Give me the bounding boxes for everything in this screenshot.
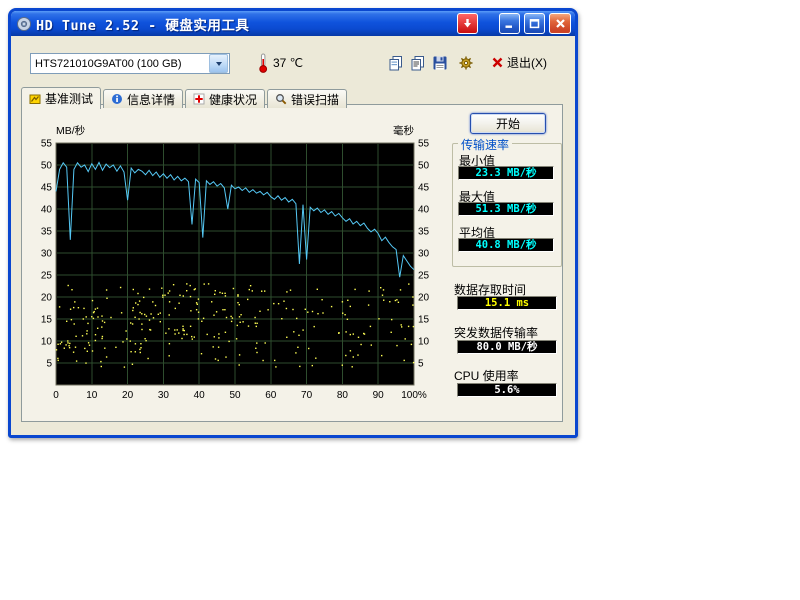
svg-text:毫秒: 毫秒 <box>393 124 414 137</box>
svg-text:20: 20 <box>122 390 134 401</box>
copy-text-icon <box>409 54 427 72</box>
exit-label: 退出(X) <box>507 54 547 71</box>
save-icon <box>431 54 449 72</box>
maximize-button[interactable] <box>524 13 545 34</box>
hard-disk-icon <box>16 16 32 32</box>
access-time-value: 15.1 ms <box>485 297 529 309</box>
dropdown-button[interactable] <box>209 54 228 73</box>
close-button[interactable] <box>549 13 571 34</box>
gear-icon <box>457 54 475 72</box>
svg-text:25: 25 <box>41 271 53 282</box>
copy-text-button[interactable] <box>407 52 428 73</box>
cpu-usage-box: 5.6% <box>457 383 557 397</box>
drive-select-value: HTS721010G9AT00 (100 GB) <box>31 58 208 70</box>
svg-text:MB/秒: MB/秒 <box>56 124 86 137</box>
tab-label: 错误扫描 <box>291 91 339 108</box>
benchmark-panel: 5555505045454040353530302525202015151010… <box>21 104 563 422</box>
avg-value: 40.8 MB/秒 <box>475 239 536 251</box>
svg-text:55: 55 <box>41 139 53 150</box>
svg-text:10: 10 <box>418 337 430 348</box>
minimize-icon <box>503 17 516 30</box>
transfer-rate-title: 传输速率 <box>458 136 512 153</box>
svg-text:100%: 100% <box>401 390 427 401</box>
copy-image-icon <box>387 54 405 72</box>
maximize-icon <box>528 17 541 30</box>
save-button[interactable] <box>429 52 450 73</box>
app-window: HD Tune 2.52 - 硬盘实用工具 <box>8 8 578 438</box>
burst-rate-label: 突发数据传输率 <box>454 324 538 341</box>
title-bar: HD Tune 2.52 - 硬盘实用工具 <box>11 11 575 36</box>
svg-text:10: 10 <box>41 337 53 348</box>
download-button[interactable] <box>457 13 478 34</box>
min-value: 23.3 MB/秒 <box>475 167 536 179</box>
svg-text:45: 45 <box>41 183 53 194</box>
benchmark-chart: 5555505045454040353530302525202015151010… <box>26 117 444 409</box>
magnifier-icon <box>275 93 287 105</box>
svg-text:50: 50 <box>41 161 53 172</box>
svg-text:20: 20 <box>41 293 53 304</box>
minimize-button[interactable] <box>499 13 520 34</box>
exit-button[interactable]: 退出(X) <box>487 52 552 73</box>
tab-label: 基准测试 <box>45 90 93 107</box>
transfer-rate-group: 传输速率 最小值 23.3 MB/秒 最大值 51.3 MB/秒 平均值 40.… <box>452 143 562 267</box>
svg-text:70: 70 <box>301 390 313 401</box>
tab-label: 健康状况 <box>209 91 257 108</box>
tab-health[interactable]: 健康状况 <box>185 89 265 108</box>
svg-text:15: 15 <box>418 315 430 326</box>
svg-text:30: 30 <box>418 249 430 260</box>
download-icon <box>461 17 474 30</box>
burst-rate-value: 80.0 MB/秒 <box>476 341 537 353</box>
svg-text:80: 80 <box>337 390 349 401</box>
close-icon <box>554 17 567 30</box>
options-button[interactable] <box>455 52 476 73</box>
cpu-usage-value: 5.6% <box>494 384 519 396</box>
window-title: HD Tune 2.52 - 硬盘实用工具 <box>36 14 457 34</box>
svg-text:0: 0 <box>53 390 59 401</box>
burst-rate-box: 80.0 MB/秒 <box>457 340 557 354</box>
svg-text:55: 55 <box>418 139 430 150</box>
drive-select-dropdown[interactable]: HTS721010G9AT00 (100 GB) <box>30 53 230 74</box>
start-button[interactable]: 开始 <box>470 113 546 134</box>
chevron-down-icon <box>216 62 222 66</box>
svg-text:5: 5 <box>46 359 52 370</box>
svg-text:25: 25 <box>418 271 430 282</box>
svg-text:50: 50 <box>229 390 241 401</box>
max-value: 51.3 MB/秒 <box>475 203 536 215</box>
svg-text:5: 5 <box>418 359 424 370</box>
svg-text:50: 50 <box>418 161 430 172</box>
desktop: HD Tune 2.52 - 硬盘实用工具 <box>0 0 800 600</box>
window-body: HTS721010G9AT00 (100 GB) 37 ℃ <box>11 36 575 435</box>
health-cross-icon <box>193 93 205 105</box>
tab-benchmark[interactable]: 基准测试 <box>21 87 101 109</box>
exit-x-icon <box>492 57 503 68</box>
svg-text:20: 20 <box>418 293 430 304</box>
cpu-usage-label: CPU 使用率 <box>454 367 519 384</box>
access-time-box: 15.1 ms <box>457 296 557 310</box>
avg-value-box: 40.8 MB/秒 <box>458 238 554 252</box>
min-value-box: 23.3 MB/秒 <box>458 166 554 180</box>
tab-label: 信息详情 <box>127 91 175 108</box>
thermometer-icon <box>257 52 270 77</box>
svg-text:40: 40 <box>194 390 206 401</box>
svg-text:60: 60 <box>265 390 277 401</box>
max-value-box: 51.3 MB/秒 <box>458 202 554 216</box>
svg-text:10: 10 <box>86 390 98 401</box>
temperature-value: 37 ℃ <box>273 56 303 70</box>
benchmark-icon <box>29 93 41 105</box>
info-icon <box>111 93 123 105</box>
svg-text:30: 30 <box>41 249 53 260</box>
svg-text:30: 30 <box>158 390 170 401</box>
svg-text:35: 35 <box>418 227 430 238</box>
tab-error-scan[interactable]: 错误扫描 <box>267 89 347 108</box>
svg-text:40: 40 <box>41 205 53 216</box>
copy-image-button[interactable] <box>385 52 406 73</box>
svg-text:45: 45 <box>418 183 430 194</box>
svg-text:35: 35 <box>41 227 53 238</box>
tab-info[interactable]: 信息详情 <box>103 89 183 108</box>
svg-text:40: 40 <box>418 205 430 216</box>
tab-strip: 基准测试 信息详情 健康状况 <box>21 85 349 107</box>
svg-text:90: 90 <box>373 390 385 401</box>
svg-text:15: 15 <box>41 315 53 326</box>
